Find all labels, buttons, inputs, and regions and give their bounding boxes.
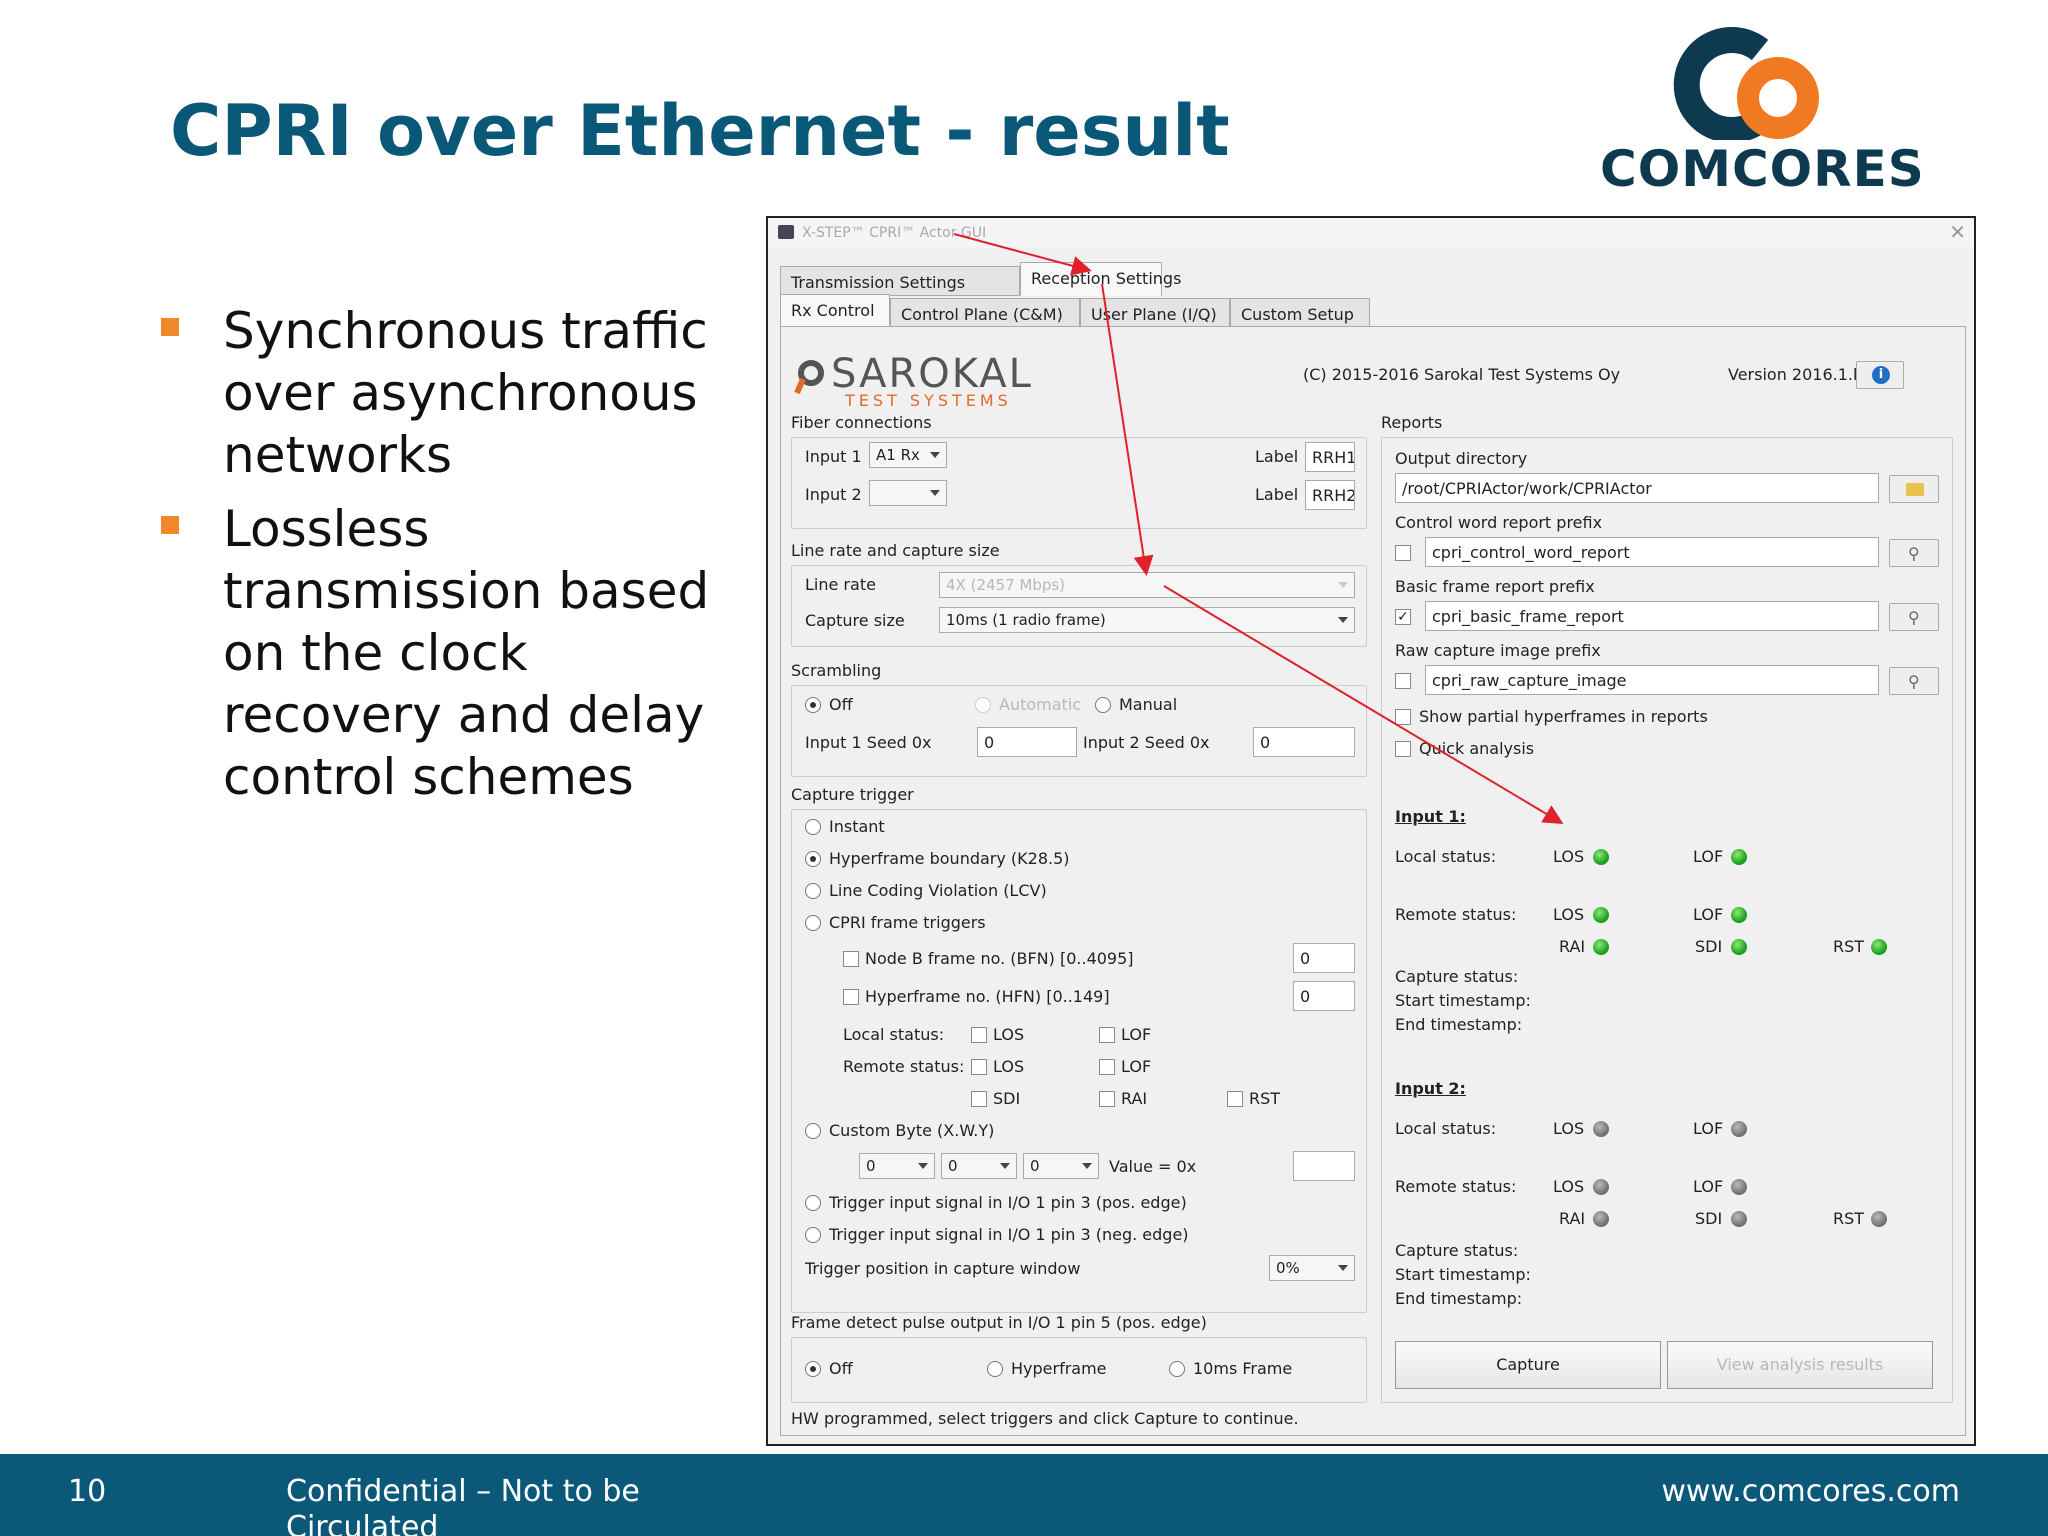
confidential-note: Confidential – Not to be Circulated — [286, 1474, 640, 1536]
slide-footer: 10 Confidential – Not to be Circulated w… — [0, 1454, 2048, 1536]
bullet-square-icon — [161, 318, 179, 336]
arrow-to-reception-tab — [953, 233, 1092, 276]
comcores-logo: COMCORES — [1600, 20, 1925, 200]
arrow-to-los-led — [1163, 585, 1564, 825]
bullet-square-icon — [161, 516, 179, 534]
bullet-list: Synchronous traffic over asynchronous ne… — [155, 300, 755, 820]
annotation-arrows — [953, 233, 1564, 825]
bullet-item: Synchronous traffic over asynchronous ne… — [155, 300, 755, 486]
logo-text: COMCORES — [1600, 140, 1925, 198]
arrow-to-line-rate — [1101, 283, 1154, 576]
website-link[interactable]: www.comcores.com — [1661, 1474, 1960, 1509]
app-window: X-STEP™ CPRI™ Actor GUI ✕ Transmission S… — [766, 216, 1976, 1446]
comcores-logo-mark — [1673, 27, 1819, 143]
slide-title: CPRI over Ethernet - result — [170, 90, 1230, 172]
bullet-item: Lossless transmission based on the clock… — [155, 498, 755, 808]
page-number: 10 — [68, 1474, 107, 1509]
